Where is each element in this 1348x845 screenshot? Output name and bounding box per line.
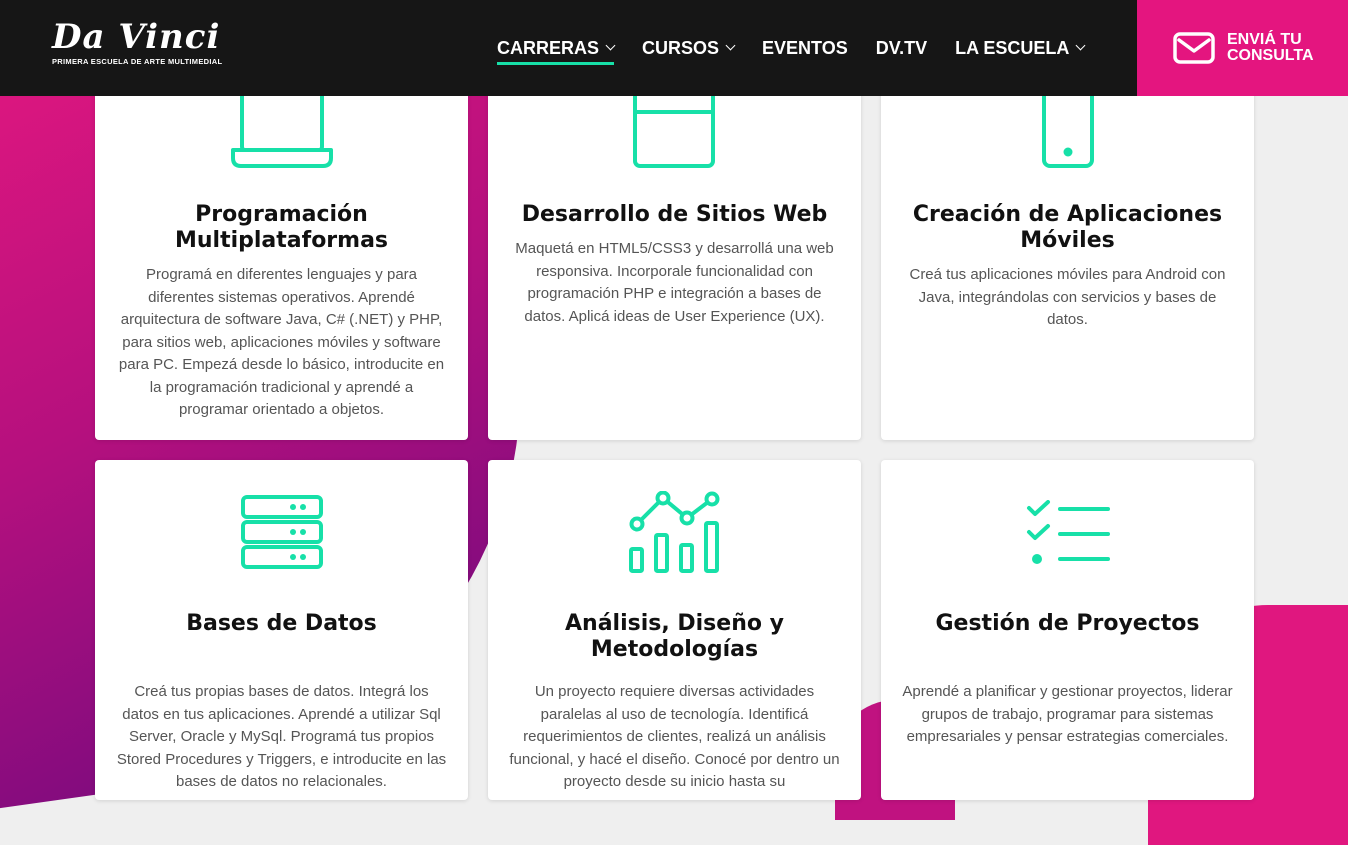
career-card[interactable]: Desarrollo de Sitios Web Maquetá en HTML… xyxy=(488,60,861,440)
nav-label: EVENTOS xyxy=(762,37,848,58)
careers-grid: Programación Multiplataformas Programá e… xyxy=(95,60,1255,800)
card-title: Creación de Aplicaciones Móviles xyxy=(912,202,1223,253)
logo-text: Da Vinci xyxy=(52,17,221,57)
card-title: Gestión de Proyectos xyxy=(935,611,1200,636)
card-description: Programá en diferentes lenguajes y para … xyxy=(118,266,445,418)
card-description: Aprendé a planificar y gestionar proyect… xyxy=(902,683,1233,745)
envelope-icon xyxy=(1173,32,1215,64)
chevron-down-icon xyxy=(605,40,616,51)
card-description: Creá tus propias bases de datos. Integrá… xyxy=(116,683,447,790)
analytics-chart-icon xyxy=(628,490,719,573)
nav-label: CURSOS xyxy=(642,37,720,58)
career-card[interactable]: Programación Multiplataformas Programá e… xyxy=(95,60,468,440)
nav-label: LA ESCUELA xyxy=(955,37,1070,58)
logo[interactable]: Da Vinci PRIMERA ESCUELA DE ARTE MULTIME… xyxy=(52,20,222,66)
career-card[interactable]: Creación de Aplicaciones Móviles Creá tu… xyxy=(881,60,1254,440)
card-description: Maquetá en HTML5/CSS3 y desarrollá una w… xyxy=(515,240,834,325)
nav-item-carreras[interactable]: CARRERAS xyxy=(497,36,616,65)
card-title: Bases de Datos xyxy=(186,611,377,636)
site-header: Da Vinci PRIMERA ESCUELA DE ARTE MULTIME… xyxy=(0,0,1348,96)
cta-line1: ENVIÁ TU xyxy=(1227,31,1302,48)
nav-item-cursos[interactable]: CURSOS xyxy=(642,36,736,60)
nav-item-dvtv[interactable]: DV.TV xyxy=(876,36,927,60)
nav-item-la-escuela[interactable]: LA ESCUELA xyxy=(955,36,1086,60)
nav-label: DV.TV xyxy=(875,37,928,58)
chevron-down-icon xyxy=(1075,40,1086,51)
career-card[interactable]: Bases de Datos Creá tus propias bases de… xyxy=(95,460,468,800)
chevron-down-icon xyxy=(725,40,736,51)
cta-line2: CONSULTA xyxy=(1227,47,1314,64)
career-card[interactable]: Análisis, Diseño y Metodologías Un proye… xyxy=(488,460,861,800)
logo-subtitle: PRIMERA ESCUELA DE ARTE MULTIMEDIAL xyxy=(52,57,223,66)
contact-cta-button[interactable]: ENVIÁ TU CONSULTA xyxy=(1137,0,1348,96)
database-server-icon xyxy=(240,494,323,569)
career-card[interactable]: Gestión de Proyectos Aprendé a planifica… xyxy=(881,460,1254,800)
card-title: Desarrollo de Sitios Web xyxy=(521,202,828,227)
checklist-icon xyxy=(1026,499,1110,564)
card-description: Un proyecto requiere diversas actividade… xyxy=(509,683,840,790)
nav-item-eventos[interactable]: EVENTOS xyxy=(762,36,848,60)
card-title: Programación Multiplataformas xyxy=(174,202,389,253)
nav-label: CARRERAS xyxy=(497,37,600,58)
card-description: Creá tus aplicaciones móviles para Andro… xyxy=(909,266,1226,328)
main-nav: CARRERAS CURSOS EVENTOS DV.TV LA ESCUELA xyxy=(497,36,1112,65)
card-title: Análisis, Diseño y Metodologías xyxy=(565,611,784,662)
